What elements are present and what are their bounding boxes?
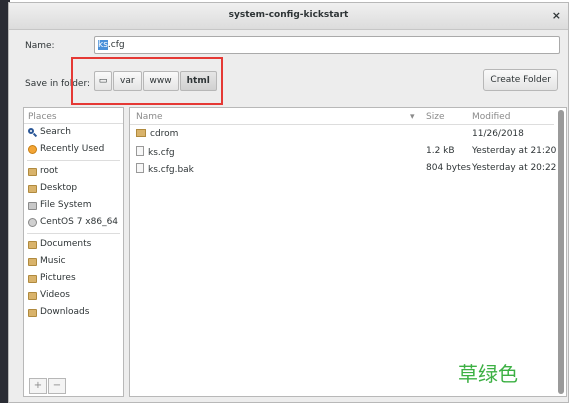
table-row[interactable]: ks.cfg 1.2 kB Yesterday at 21:20 [130,143,557,159]
column-modified[interactable]: Modified [472,112,510,122]
table-row[interactable]: cdrom 11/26/2018 [130,126,554,142]
path-bar: ▭ var www html [94,71,218,91]
places-item-root[interactable]: root [24,163,123,180]
places-item-label: Music [40,256,66,266]
places-item-filesystem[interactable]: File System [24,197,123,214]
places-buttons: + − [29,378,67,394]
name-label: Name: [25,41,55,51]
filename-selection: ks [98,40,108,50]
file-name: cdrom [150,129,179,139]
save-dialog: system-config-kickstart × Name: ks.cfg S… [8,2,569,403]
places-item-label: CentOS 7 x86_64 [40,217,119,227]
places-item-label: Videos [40,290,70,300]
file-list: Name ▾ Size Modified cdrom 11/26/2018 ks… [129,107,567,397]
column-name[interactable]: Name [136,112,163,122]
folder-icon [28,184,37,193]
file-name: ks.cfg.bak [148,165,194,175]
places-item-label: Search [40,127,71,137]
file-size: 804 bytes [426,163,471,173]
file-modified: Yesterday at 20:22 [472,163,557,173]
folder-icon [28,167,37,176]
disc-icon [28,218,37,227]
places-item-downloads[interactable]: Downloads [24,304,123,321]
scrollbar[interactable] [558,110,564,394]
create-folder-button[interactable]: Create Folder [483,69,558,91]
places-header: Places [24,108,123,124]
filename-extension: .cfg [107,40,125,50]
folder-icon [28,291,37,300]
file-icon [136,163,144,173]
places-item-centos[interactable]: CentOS 7 x86_64 [24,214,123,231]
crumb-html[interactable]: html [179,71,217,91]
places-item-label: Pictures [40,273,76,283]
search-icon [28,128,37,137]
divider [27,233,120,234]
folder-icon [136,129,146,137]
places-item-label: Downloads [40,307,90,317]
places-item-recent[interactable]: Recently Used [24,141,123,158]
file-modified: 11/26/2018 [472,129,524,139]
watermark-text: 草绿色 [458,362,518,386]
column-size[interactable]: Size [426,112,444,122]
places-item-label: Desktop [40,183,78,193]
scrollbar-thumb[interactable] [558,110,564,394]
clock-icon [28,145,37,154]
places-item-search[interactable]: Search [24,124,123,141]
places-item-label: root [40,166,59,176]
folder-icon [28,308,37,317]
folder-icon [28,257,37,266]
divider [27,160,120,161]
places-sidebar: Places Search Recently Used root Desktop… [23,107,124,397]
places-item-label: Recently Used [40,144,105,154]
places-item-music[interactable]: Music [24,253,123,270]
remove-bookmark-button[interactable]: − [48,378,66,394]
drive-icon[interactable]: ▭ [94,71,112,91]
file-icon [136,146,144,156]
places-item-label: Documents [40,239,92,249]
title-bar: system-config-kickstart × [9,3,568,30]
crumb-var[interactable]: var [113,71,142,91]
drive-icon [28,201,37,210]
table-row[interactable]: ks.cfg.bak 804 bytes Yesterday at 20:22 [130,160,557,176]
add-bookmark-button[interactable]: + [29,378,47,394]
crumb-www[interactable]: www [142,71,179,91]
folder-icon [28,274,37,283]
file-list-header: Name ▾ Size Modified [130,108,554,125]
sort-icon[interactable]: ▾ [410,112,415,122]
places-item-pictures[interactable]: Pictures [24,270,123,287]
file-size: 1.2 kB [426,146,455,156]
close-icon[interactable]: × [552,9,561,22]
save-in-folder-label: Save in folder: [25,79,91,89]
file-name: ks.cfg [148,148,175,158]
file-modified: Yesterday at 21:20 [472,146,557,156]
places-item-videos[interactable]: Videos [24,287,123,304]
window-title: system-config-kickstart [228,10,349,20]
places-item-documents[interactable]: Documents [24,236,123,253]
places-item-desktop[interactable]: Desktop [24,180,123,197]
folder-icon [28,240,37,249]
filename-input[interactable]: ks.cfg [94,36,560,54]
places-item-label: File System [40,200,92,210]
